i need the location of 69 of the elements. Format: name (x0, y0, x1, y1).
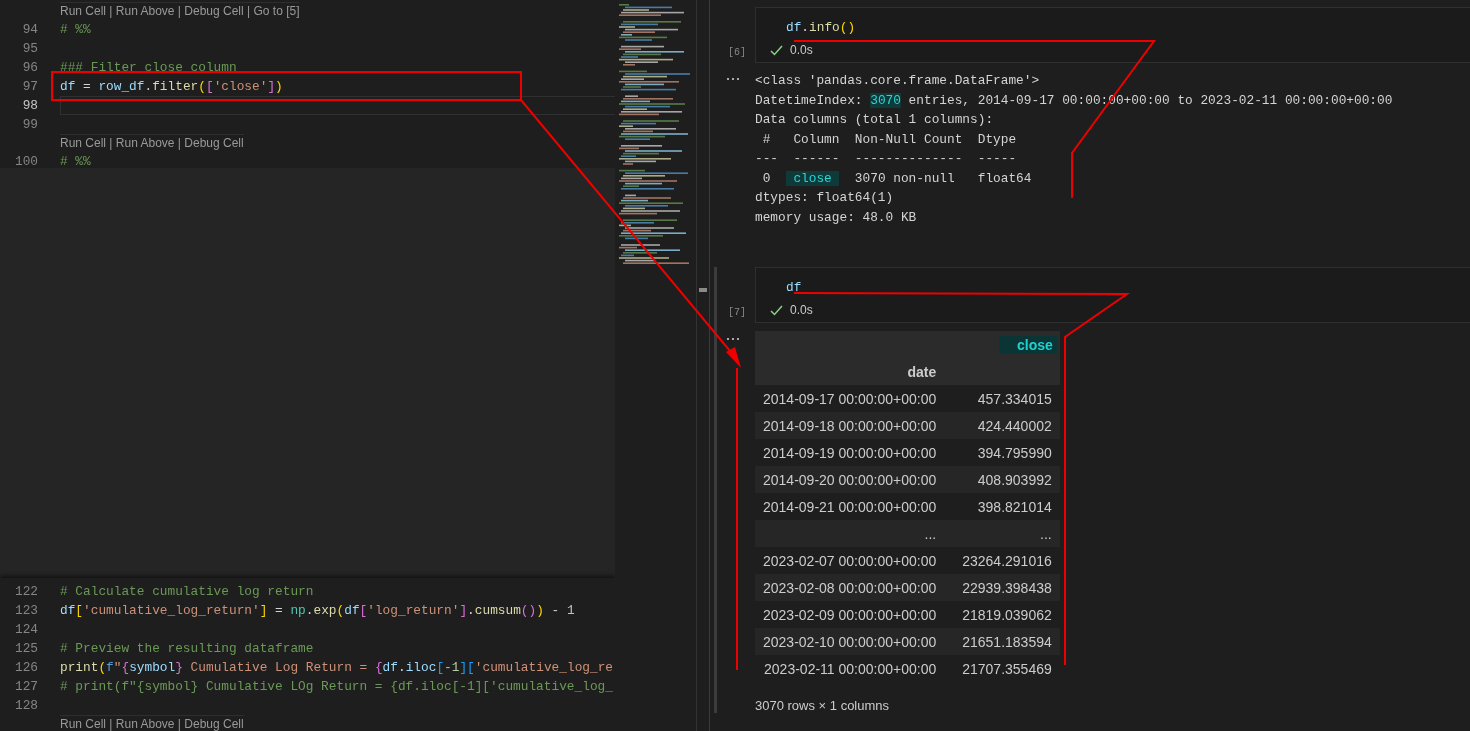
code-line: df.info() (786, 20, 856, 37)
output-line: dtypes: float64(1) (755, 189, 894, 207)
table-cell: 2023-02-08 00:00:00+00:00 (755, 574, 945, 601)
code-cell[interactable]: df.info() 0.0s (755, 7, 1470, 63)
line-number: 123 (13, 603, 38, 618)
table-cell: ... (944, 520, 1060, 547)
table-cell: 22939.398438 (944, 574, 1060, 601)
table-cell: 2014-09-18 00:00:00+00:00 (755, 412, 945, 439)
table-cell: 408.903992 (944, 466, 1060, 493)
table-cell: 424.440002 (944, 412, 1060, 439)
table-cell: 2023-02-09 00:00:00+00:00 (755, 601, 945, 628)
execution-time: 0.0s (790, 43, 813, 57)
column-header: close (998, 335, 1057, 354)
table-cell: 2023-02-07 00:00:00+00:00 (755, 547, 945, 574)
code-line: df['cumulative_log_return'] = np.exp(df['log_return'].cumsum()) - 1 (60, 603, 575, 618)
table-cell: 21819.039062 (944, 601, 1060, 628)
table-summary: 3070 rows × 1 columns (755, 698, 890, 713)
table-cell: 23264.291016 (944, 547, 1060, 574)
line-number: 94 (21, 22, 38, 37)
line-number: 122 (13, 584, 38, 599)
table-cell: 21651.183594 (944, 628, 1060, 655)
line-number: 95 (21, 41, 38, 56)
scrollbar-thumb[interactable] (699, 288, 707, 292)
line-number: 127 (13, 679, 38, 694)
table-cell: 457.334015 (944, 385, 1060, 412)
code-line: df = row_df.filter(['close']) (60, 79, 283, 94)
table-cell: 2014-09-17 00:00:00+00:00 (755, 385, 945, 412)
table-cell: 2023-02-11 00:00:00+00:00 (755, 655, 945, 682)
output-line: Data columns (total 1 columns): (755, 111, 994, 129)
table-cell: 2014-09-19 00:00:00+00:00 (755, 439, 945, 466)
table-cell: 2014-09-21 00:00:00+00:00 (755, 493, 945, 520)
output-line: --- ------ -------------- ----- (755, 150, 1017, 168)
line-number: 100 (13, 154, 38, 169)
line-number: 98 (21, 98, 38, 113)
line-number: 97 (21, 79, 38, 94)
codelens-actions[interactable]: Run Cell | Run Above | Debug Cell (60, 134, 244, 152)
table-cell: 21707.355469 (944, 655, 1060, 682)
line-number: 125 (13, 641, 38, 656)
line-number: 96 (21, 60, 38, 75)
line-number: 126 (13, 660, 38, 675)
execution-time: 0.0s (790, 303, 813, 317)
execution-count: [6] (727, 47, 747, 60)
code-cell[interactable]: df 0.0s (755, 267, 1470, 323)
code-line: # Preview the resulting dataframe (60, 641, 314, 656)
output-line: memory usage: 48.0 KB (755, 208, 917, 227)
code-line: # print(f"{symbol} Cumulative LOg Return = {df.iloc[-1]['cumulative_log_ (60, 679, 613, 694)
code-line: # %% (60, 22, 91, 37)
table-cell: ... (755, 520, 945, 547)
codelens-actions[interactable]: Run Cell | Run Above | Debug Cell (60, 715, 244, 731)
codelens-actions[interactable]: Run Cell | Run Above | Debug Cell | Go to [5] (60, 2, 300, 20)
line-number: 99 (21, 117, 38, 132)
execution-count: [7] (727, 307, 747, 320)
line-number: 128 (13, 698, 38, 713)
table-cell: 394.795990 (944, 439, 1060, 466)
output-line: 0 close 3070 non-null float64 (761, 169, 1032, 188)
index-header: date (755, 358, 945, 385)
output-line: <class 'pandas.core.frame.DataFrame'> (755, 72, 1040, 90)
code-line: # %% (60, 154, 91, 169)
table-cell: 2023-02-10 00:00:00+00:00 (755, 628, 945, 655)
more-icon[interactable] (726, 337, 740, 341)
table-cell: 398.821014 (944, 493, 1060, 520)
code-line: df (786, 280, 802, 297)
code-line: # Calculate cumulative log return (60, 584, 314, 599)
table-cell: 2014-09-20 00:00:00+00:00 (755, 466, 945, 493)
code-line: print(f"{symbol} Cumulative Log Return = {df.iloc[-1]['cumulative_log_re (60, 660, 614, 675)
more-icon[interactable] (726, 77, 740, 81)
code-line: ### Filter close column (60, 60, 237, 75)
output-line: # Column Non-Null Count Dtype (761, 130, 1017, 149)
line-number: 124 (13, 622, 38, 637)
